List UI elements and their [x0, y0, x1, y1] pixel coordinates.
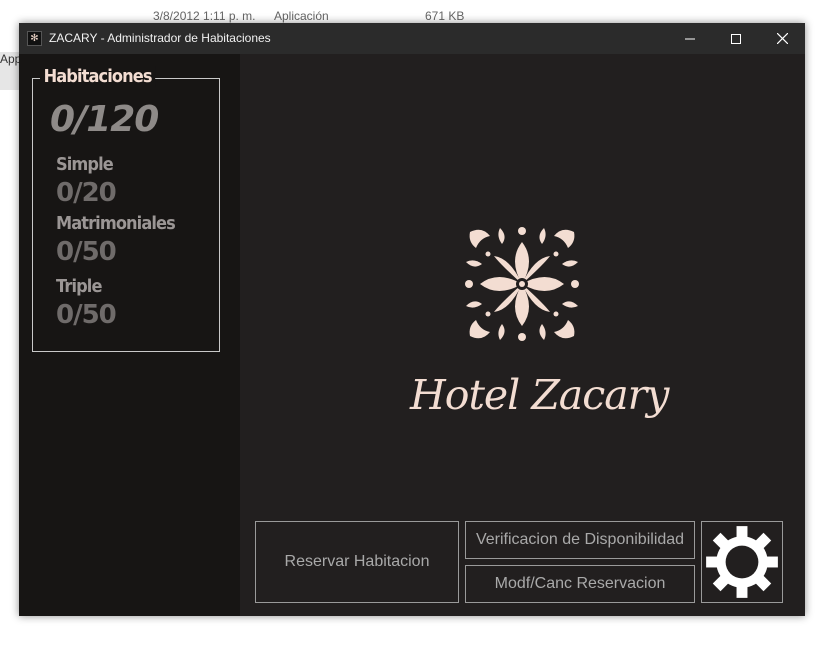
title-bar[interactable]: ✻ ZACARY - Administrador de Habitaciones	[19, 23, 805, 54]
app-icon: ✻	[27, 31, 42, 46]
background-date: 3/8/2012 1:11 p. m.	[153, 9, 256, 23]
rooms-group-title: Habitaciones	[40, 66, 156, 87]
settings-button[interactable]	[701, 521, 783, 603]
app-window: ✻ ZACARY - Administrador de Habitaciones…	[19, 23, 805, 616]
window-content: Habitaciones 0/120 Simple 0/20 Matrimoni…	[19, 54, 805, 616]
hotel-logo-text: Hotel Zacary	[410, 371, 669, 419]
category-label-simple: Simple	[56, 154, 114, 175]
rooms-total: 0/120	[50, 99, 159, 140]
background-left-item: App	[0, 52, 21, 90]
window-title: ZACARY - Administrador de Habitaciones	[49, 31, 271, 45]
reservar-habitacion-button[interactable]: Reservar Habitacion	[255, 521, 459, 603]
sidebar: Habitaciones 0/120 Simple 0/20 Matrimoni…	[19, 54, 240, 616]
category-value-simple: 0/20	[56, 178, 117, 208]
category-value-triple: 0/50	[56, 300, 117, 330]
category-label-triple: Triple	[56, 276, 102, 297]
verificacion-disponibilidad-button[interactable]: Verificacion de Disponibilidad	[465, 521, 695, 559]
category-label-matrimoniales: Matrimoniales	[56, 213, 176, 234]
background-size: 671 KB	[425, 9, 465, 23]
modificar-cancelar-reservacion-button[interactable]: Modf/Canc Reservacion	[465, 565, 695, 603]
close-icon	[776, 33, 788, 44]
minimize-icon	[685, 38, 695, 39]
maximize-icon	[731, 33, 741, 44]
minimize-button[interactable]	[667, 23, 713, 54]
main-pane: Hotel Zacary Reservar Habitacion Verific…	[240, 54, 805, 616]
rooms-groupbox: Habitaciones 0/120 Simple 0/20 Matrimoni…	[32, 66, 220, 352]
category-value-matrimoniales: 0/50	[56, 237, 117, 267]
flower-ornament-icon	[465, 227, 579, 341]
gear-icon	[706, 526, 778, 598]
close-button[interactable]	[759, 23, 805, 54]
background-type: Aplicación	[274, 9, 329, 23]
maximize-button[interactable]	[713, 23, 759, 54]
